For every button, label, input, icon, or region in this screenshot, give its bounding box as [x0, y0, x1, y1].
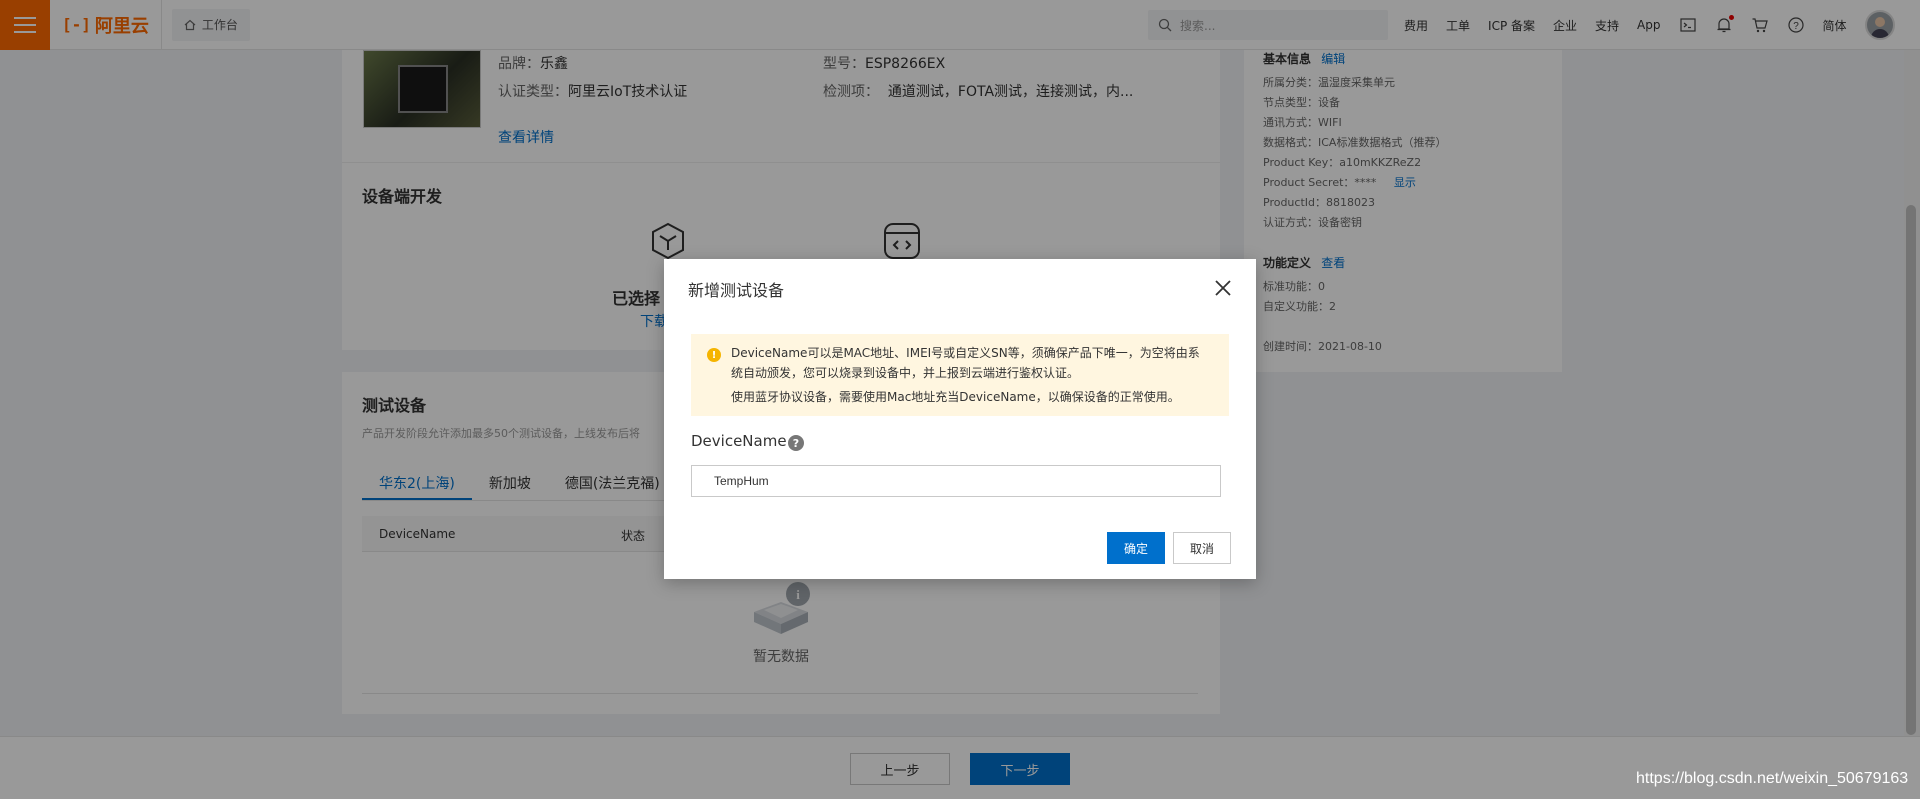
devicename-input[interactable]: TempHum	[691, 465, 1221, 497]
confirm-button[interactable]: 确定	[1107, 532, 1165, 564]
question-icon[interactable]: ?	[788, 435, 804, 451]
add-test-device-dialog: 新增测试设备 ! DeviceName可以是MAC地址、IMEI号或自定义SN等…	[664, 259, 1256, 579]
cancel-button[interactable]: 取消	[1173, 532, 1231, 564]
dialog-title: 新增测试设备	[688, 281, 785, 300]
warning-icon: !	[707, 348, 721, 362]
watermark: https://blog.csdn.net/weixin_50679163	[1636, 770, 1909, 787]
notice-text-2: 使用蓝牙协议设备，需要使用Mac地址充当DeviceName，以确保设备的正常使…	[731, 390, 1180, 404]
devicename-label: DeviceName	[691, 432, 787, 450]
close-icon[interactable]	[1212, 277, 1234, 299]
notice-box: ! DeviceName可以是MAC地址、IMEI号或自定义SN等，须确保产品下…	[691, 334, 1229, 416]
notice-text-1: DeviceName可以是MAC地址、IMEI号或自定义SN等，须确保产品下唯一…	[731, 346, 1200, 380]
